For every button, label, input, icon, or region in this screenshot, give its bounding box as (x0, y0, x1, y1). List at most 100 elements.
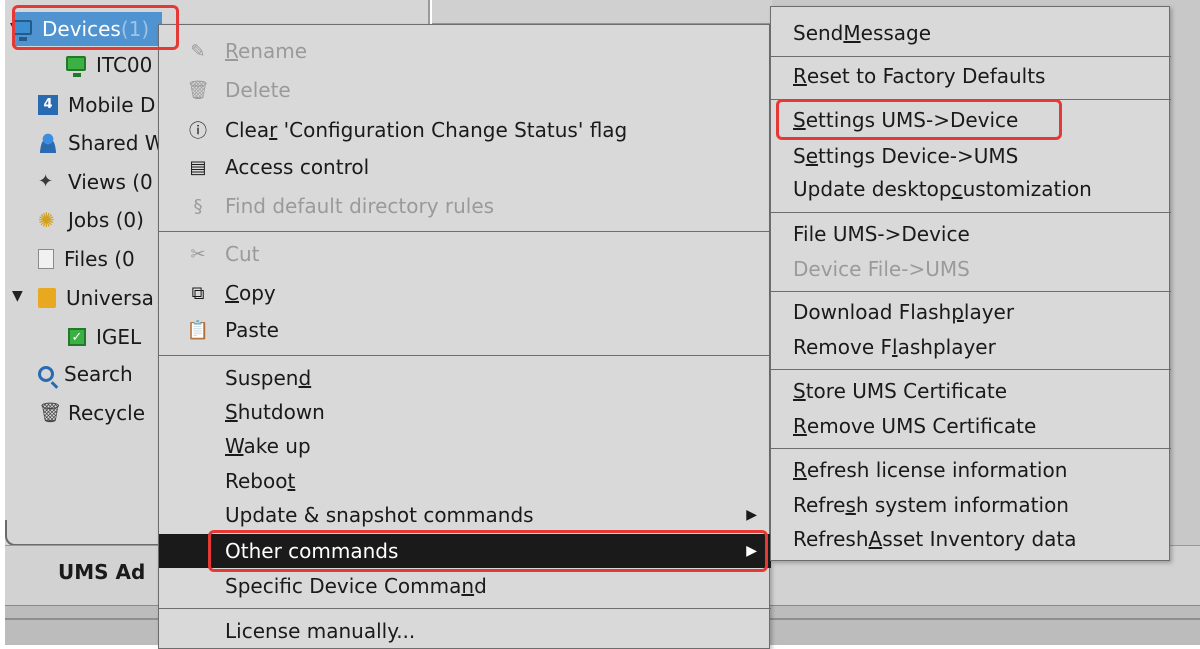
copy-icon: ⧉ (191, 282, 205, 304)
menu-item-label: Paste (225, 318, 279, 342)
tree-item-universal-management[interactable]: Universa (38, 281, 154, 315)
menu-item-device-file-to-ums[interactable]: Device File->UMS (793, 252, 970, 286)
tree-item-igel[interactable]: ✓ IGEL (68, 320, 141, 354)
tree-item-label: IGEL (96, 325, 142, 349)
menu-separator (771, 56, 1171, 57)
menu-item-access-control[interactable]: ▤ Access control (159, 150, 771, 184)
content-toolbar (432, 0, 772, 24)
tree-item-count: (1) (120, 17, 150, 41)
rules-icon: § (193, 195, 203, 217)
menu-separator (771, 291, 1171, 292)
views-icon: ✦ (38, 171, 54, 192)
tree-item-label: Search (64, 362, 133, 386)
menu-item-file-ums-to-device[interactable]: File UMS->Device (793, 217, 970, 251)
menu-item-send-message[interactable]: Send Message (793, 16, 931, 50)
menu-item-rename[interactable]: ✎ Rename (159, 34, 771, 68)
monitor-icon (12, 20, 32, 41)
menu-item-label: Wake up (225, 434, 311, 458)
menu-item-label: Find default directory rules (225, 194, 495, 218)
tree-item-search[interactable]: Search (38, 357, 133, 391)
tree-item-jobs[interactable]: ✺ Jobs (0) (38, 203, 144, 237)
menu-item-update-snapshot-commands[interactable]: Update & snapshot commands ▶ (159, 498, 771, 532)
alert-icon: ⓘ (189, 121, 207, 142)
menu-separator (159, 355, 771, 356)
trash-icon: 🗑 (186, 79, 210, 101)
menu-separator (771, 212, 1171, 213)
folder-icon (38, 288, 56, 308)
other-commands-submenu: Send Message Reset to Factory Defaults S… (770, 6, 1171, 561)
menu-separator (771, 448, 1171, 449)
menu-separator (159, 231, 771, 232)
menu-item-delete[interactable]: 🗑 Delete (159, 73, 771, 107)
menu-item-remove-ums-certificate[interactable]: Remove UMS Certificate (793, 409, 1036, 443)
context-menu: ✎ Rename 🗑 Delete ⓘ Clear 'Configuration… (158, 24, 771, 649)
menu-item-store-ums-certificate[interactable]: Store UMS Certificate (793, 374, 1007, 408)
menu-item-label: Rename (225, 39, 308, 63)
menu-item-download-flashplayer[interactable]: Download Flash p layer (793, 295, 1014, 329)
monitor-green-icon (66, 56, 86, 77)
status-panel-label: UMS Ad (58, 560, 146, 584)
menu-item-paste[interactable]: 📋 Paste (159, 313, 771, 347)
menu-item-refresh-asset-inventory[interactable]: Refresh Asset Inventory data (793, 522, 1077, 556)
menu-item-label: Update & snapshot commands (225, 503, 534, 527)
menu-item-settings-ums-to-device[interactable]: Settings UMS->Device (793, 103, 1018, 137)
tree-item-label: Shared W (68, 131, 165, 155)
menu-item-license-manually[interactable]: License manually... (159, 614, 771, 648)
tree-item-device[interactable]: ITC00 (66, 48, 152, 82)
mobile-icon: 4 (38, 95, 58, 115)
menu-item-cut[interactable]: ✂ Cut (159, 237, 771, 271)
menu-item-reset-factory-defaults[interactable]: Reset to Factory Defaults (793, 59, 1045, 93)
menu-item-copy[interactable]: ⧉ Copy (159, 276, 771, 310)
menu-item-other-commands[interactable]: Other commands ▶ (159, 534, 771, 568)
menu-item-refresh-system-information[interactable]: Refre s h system information (793, 488, 1069, 522)
menu-item-remove-flashplayer[interactable]: Remove Fl ashplayer (793, 330, 996, 364)
menu-separator (771, 369, 1171, 370)
tree-item-recycle-bin[interactable]: 🗑 Recycle (38, 396, 145, 430)
menu-item-clear-flag[interactable]: ⓘ Clear 'Configuration Change Status' fl… (159, 113, 771, 147)
tree-item-label: ITC00 (96, 53, 153, 77)
tree-item-views[interactable]: ✦ Views (0 (38, 165, 153, 199)
menu-item-label: Other commands (225, 539, 399, 563)
tree-item-devices[interactable]: Devices (1) (12, 12, 162, 46)
file-icon (38, 249, 54, 269)
tree-item-files[interactable]: Files (0 (38, 242, 135, 276)
menu-item-wake-up[interactable]: Wake up (159, 429, 771, 463)
menu-item-update-desktop-customization[interactable]: Update desktop c ustomization (793, 172, 1092, 206)
menu-item-label: Reboot (225, 469, 296, 493)
tree-item-mobile-devices[interactable]: 4 Mobile D (38, 88, 155, 122)
tree-item-shared-workplace[interactable]: Shared W (38, 126, 165, 160)
menu-item-label: Shutdown (225, 400, 325, 424)
tree-item-label: Devices (42, 17, 121, 41)
tree-item-label: Views (0 (68, 170, 153, 194)
tree-item-label: Files (0 (64, 247, 135, 271)
menu-separator (159, 608, 771, 609)
check-icon: ✓ (68, 328, 86, 346)
tree-item-label: Universa (66, 286, 154, 310)
pencil-icon: ✎ (190, 40, 206, 62)
menu-item-shutdown[interactable]: Shutdown (159, 395, 771, 429)
submenu-arrow-icon: ▶ (746, 543, 757, 559)
menu-item-label: Suspend (225, 366, 312, 390)
menu-item-label: Specific Device Command (225, 574, 487, 598)
menu-item-label: Access control (225, 155, 370, 179)
trash-icon: 🗑 (38, 402, 63, 424)
jobs-icon: ✺ (38, 208, 55, 232)
menu-item-settings-device-to-ums[interactable]: Se ttings Device->UMS (793, 139, 1018, 173)
menu-item-label: Cut (225, 242, 260, 266)
menu-item-suspend[interactable]: Suspend (159, 361, 771, 395)
menu-item-label: Clear 'Configuration Change Status' flag (225, 118, 628, 142)
tree-item-label: Jobs (0) (68, 208, 144, 232)
id-card-icon: ▤ (189, 156, 207, 178)
user-icon (38, 133, 58, 153)
tree-item-label: Recycle (68, 401, 145, 425)
submenu-arrow-icon: ▶ (746, 507, 757, 523)
menu-item-label: License manually... (225, 619, 416, 643)
paste-icon: 📋 (186, 319, 210, 341)
menu-item-refresh-license-information[interactable]: Refresh license information (793, 453, 1067, 487)
menu-item-reboot[interactable]: Reboot (159, 464, 771, 498)
menu-item-find-directory-rules[interactable]: § Find default directory rules (159, 189, 771, 223)
menu-item-label: Copy (225, 281, 276, 305)
menu-item-specific-device-command[interactable]: Specific Device Command (159, 569, 771, 603)
collapse-arrow-icon[interactable]: ▼ (12, 288, 23, 304)
menu-item-label: Delete (225, 78, 291, 102)
